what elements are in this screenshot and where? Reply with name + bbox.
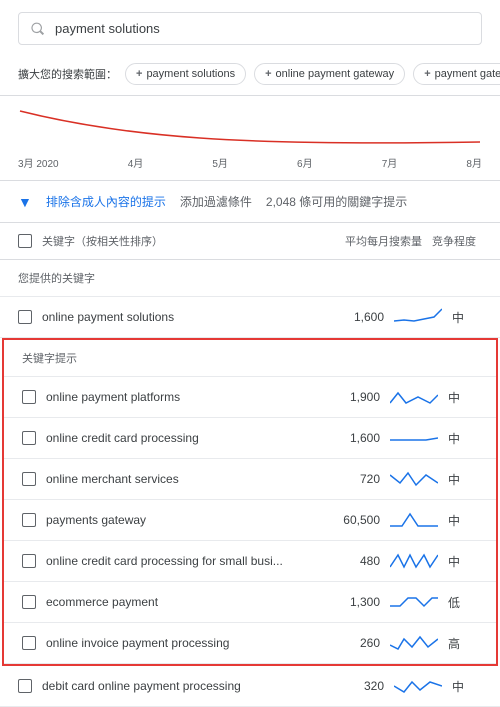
expand-search-row: 擴大您的搜索範圍： +payment solutions +online pay… bbox=[0, 57, 500, 96]
row-checkbox[interactable] bbox=[22, 595, 36, 609]
search-icon bbox=[31, 22, 45, 36]
select-all-checkbox[interactable] bbox=[18, 234, 32, 248]
competition-cell: 中 bbox=[448, 553, 478, 570]
plus-icon: + bbox=[424, 68, 430, 80]
sparkline bbox=[390, 428, 438, 448]
keyword-cell: online payment platforms bbox=[46, 390, 320, 404]
sparkline bbox=[390, 551, 438, 571]
competition-cell: 高 bbox=[448, 635, 478, 652]
table-row[interactable]: online payment platforms 1,900 中 bbox=[4, 377, 496, 418]
keyword-cell: online invoice payment processing bbox=[46, 636, 320, 650]
col-volume[interactable]: 平均每月搜索量 bbox=[332, 233, 422, 249]
plus-icon: + bbox=[136, 68, 142, 80]
section-ideas: 关键字提示 bbox=[4, 340, 496, 377]
competition-cell: 低 bbox=[448, 594, 478, 611]
table-row[interactable]: online payment solutions 1,600 中 bbox=[0, 297, 500, 338]
volume-cell: 720 bbox=[330, 472, 380, 486]
table-header: 关键字（按相关性排序） 平均每月搜索量 竞争程度 bbox=[0, 222, 500, 260]
sparkline bbox=[390, 592, 438, 612]
table-row[interactable]: online merchant services 720 中 bbox=[4, 459, 496, 500]
volume-cell: 480 bbox=[330, 554, 380, 568]
keyword-cell: payments gateway bbox=[46, 513, 320, 527]
row-checkbox[interactable] bbox=[22, 472, 36, 486]
competition-cell: 中 bbox=[448, 389, 478, 406]
filter-row: ▼ 排除含成人內容的提示 添加過濾條件 2,048 條可用的關鍵字提示 bbox=[0, 181, 500, 222]
volume-cell: 1,900 bbox=[330, 390, 380, 404]
row-checkbox[interactable] bbox=[22, 554, 36, 568]
table-row[interactable]: online credit card processing for small … bbox=[4, 541, 496, 582]
sparkline bbox=[394, 307, 442, 327]
ideas-highlight-box: 关键字提示 online payment platforms 1,900 中 o… bbox=[2, 338, 498, 666]
chip-2[interactable]: +payment gateway solutio bbox=[413, 63, 500, 85]
volume-cell: 60,500 bbox=[330, 513, 380, 527]
competition-cell: 中 bbox=[448, 512, 478, 529]
col-keyword[interactable]: 关键字（按相关性排序） bbox=[42, 233, 322, 249]
col-competition[interactable]: 竞争程度 bbox=[432, 233, 482, 249]
trend-chart bbox=[0, 96, 500, 151]
volume-cell: 320 bbox=[334, 679, 384, 693]
volume-cell: 260 bbox=[330, 636, 380, 650]
table-row[interactable]: debit card online payment processing 320… bbox=[0, 666, 500, 707]
competition-cell: 中 bbox=[452, 678, 482, 695]
keyword-cell: ecommerce payment bbox=[46, 595, 320, 609]
row-checkbox[interactable] bbox=[18, 679, 32, 693]
volume-cell: 1,600 bbox=[334, 310, 384, 324]
result-count: 2,048 條可用的關鍵字提示 bbox=[266, 193, 407, 210]
table-row[interactable]: online credit card processing 1,600 中 bbox=[4, 418, 496, 459]
sparkline bbox=[390, 633, 438, 653]
volume-cell: 1,600 bbox=[330, 431, 380, 445]
row-checkbox[interactable] bbox=[22, 636, 36, 650]
table-row[interactable]: ecommerce payment 1,300 低 bbox=[4, 582, 496, 623]
keyword-cell: debit card online payment processing bbox=[42, 679, 324, 693]
row-checkbox[interactable] bbox=[22, 390, 36, 404]
keyword-cell: online credit card processing bbox=[46, 431, 320, 445]
sparkline bbox=[394, 676, 442, 696]
sparkline bbox=[390, 510, 438, 530]
keyword-cell: online merchant services bbox=[46, 472, 320, 486]
search-input[interactable] bbox=[55, 21, 469, 36]
funnel-icon[interactable]: ▼ bbox=[18, 194, 32, 210]
exclude-adult-link[interactable]: 排除含成人內容的提示 bbox=[46, 193, 166, 210]
table-row[interactable]: payments gateway 60,500 中 bbox=[4, 500, 496, 541]
expand-label: 擴大您的搜索範圍： bbox=[18, 66, 117, 82]
add-filter-link[interactable]: 添加過濾條件 bbox=[180, 193, 252, 210]
row-checkbox[interactable] bbox=[18, 310, 32, 324]
keyword-cell: online payment solutions bbox=[42, 310, 324, 324]
chart-x-axis: 3月 2020 4月 5月 6月 7月 8月 bbox=[0, 155, 500, 181]
row-checkbox[interactable] bbox=[22, 431, 36, 445]
row-checkbox[interactable] bbox=[22, 513, 36, 527]
keyword-cell: online credit card processing for small … bbox=[46, 554, 320, 568]
competition-cell: 中 bbox=[448, 430, 478, 447]
section-provided: 您提供的关键字 bbox=[0, 260, 500, 297]
sparkline bbox=[390, 387, 438, 407]
competition-cell: 中 bbox=[452, 309, 482, 326]
sparkline bbox=[390, 469, 438, 489]
search-bar[interactable] bbox=[18, 12, 482, 45]
chip-0[interactable]: +payment solutions bbox=[125, 63, 246, 85]
table-row[interactable]: online invoice payment processing 260 高 bbox=[4, 623, 496, 664]
volume-cell: 1,300 bbox=[330, 595, 380, 609]
plus-icon: + bbox=[265, 68, 271, 80]
competition-cell: 中 bbox=[448, 471, 478, 488]
chip-1[interactable]: +online payment gateway bbox=[254, 63, 405, 85]
